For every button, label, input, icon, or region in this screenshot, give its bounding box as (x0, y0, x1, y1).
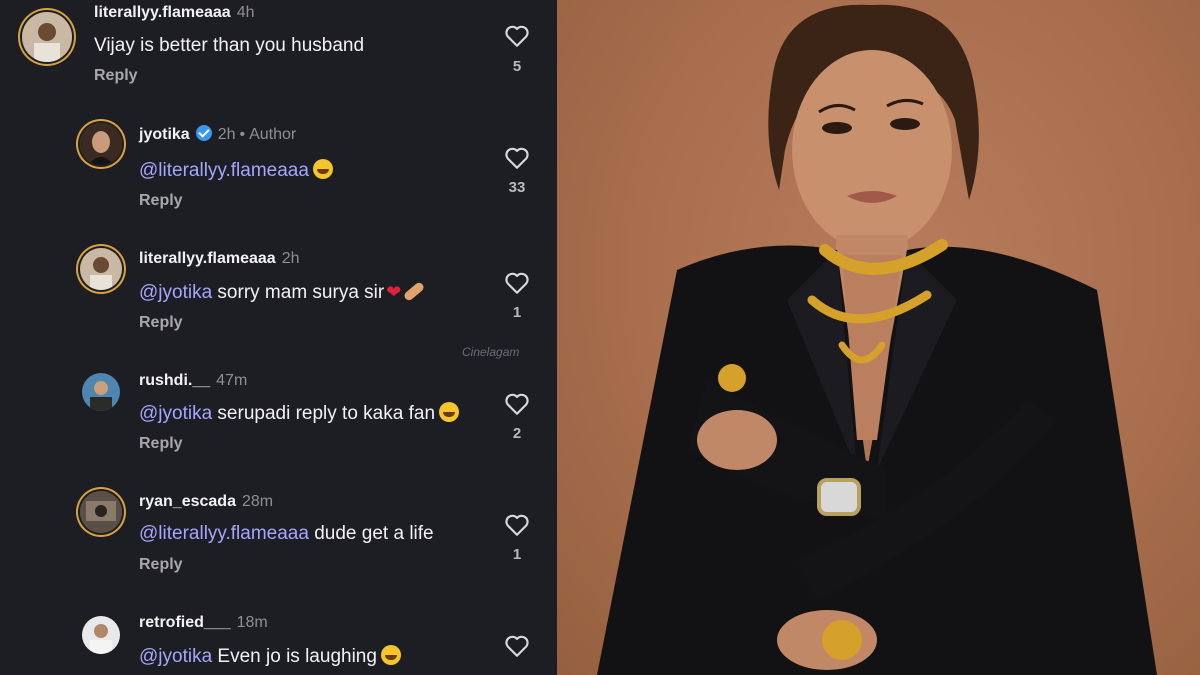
verified-badge-icon (195, 125, 212, 141)
reply-button[interactable]: Reply (139, 192, 183, 210)
timestamp: 18m (236, 614, 268, 631)
heart-icon[interactable] (504, 513, 530, 537)
reply-button[interactable]: Reply (139, 556, 183, 574)
reply-button[interactable]: Reply (139, 435, 183, 453)
author-tag: Author (249, 126, 297, 143)
comment-text: Vijay is better than you husband (94, 35, 365, 56)
timestamp: 47m (216, 372, 248, 389)
comments-panel: literallyy.flameaaa 4h Vijay is better th… (0, 0, 557, 675)
username[interactable]: retrofied___ (139, 614, 231, 631)
like-count: 1 (512, 304, 522, 321)
username[interactable]: jyotika (139, 126, 190, 143)
username[interactable]: ryan_escada (139, 493, 236, 510)
timestamp: 28m (241, 493, 274, 510)
like-count: 33 (508, 179, 526, 196)
avatar[interactable] (80, 123, 122, 165)
username[interactable]: literallyy.flameaaa (94, 4, 231, 21)
heart-icon[interactable] (504, 24, 530, 48)
separator-dot: • (239, 126, 246, 143)
portrait-illustration (597, 4, 1157, 675)
avatar[interactable] (80, 248, 122, 290)
mention-link[interactable]: @literallyy.flameaaa (139, 160, 309, 181)
comment-text: dude get a life (308, 523, 434, 544)
bandage-emoji-icon (403, 280, 426, 303)
comment-text: Even jo is laughing (212, 646, 377, 667)
like-count: 5 (512, 58, 522, 75)
like-count: 2 (512, 425, 522, 442)
like-count: 1 (512, 546, 522, 563)
avatar[interactable] (82, 373, 120, 411)
mention-link[interactable]: @literallyy.flameaaa (139, 523, 309, 544)
heart-icon[interactable] (504, 146, 530, 170)
red-heart-emoji-icon: ❤ (386, 282, 402, 302)
reply-button[interactable]: Reply (139, 314, 183, 332)
watermark: Cinelagam (462, 345, 520, 359)
reply-button[interactable]: Reply (94, 67, 138, 85)
heart-icon[interactable] (504, 392, 530, 416)
heart-icon[interactable] (504, 634, 530, 658)
mention-link[interactable]: @jyotika (139, 282, 212, 303)
laughing-emoji-icon (439, 402, 460, 422)
comment-text: serupadi reply to kaka fan (212, 403, 436, 424)
avatar[interactable] (82, 616, 120, 654)
timestamp: 2h (281, 250, 300, 267)
avatar[interactable] (22, 12, 72, 62)
avatar[interactable] (80, 491, 122, 533)
mention-link[interactable]: @jyotika (139, 403, 212, 424)
mention-link[interactable]: @jyotika (139, 646, 212, 667)
timestamp: 2h (217, 126, 236, 143)
username[interactable]: literallyy.flameaaa (139, 250, 276, 267)
comment-text: sorry mam surya sir (212, 282, 385, 303)
timestamp: 4h (236, 4, 255, 21)
portrait-photo (557, 0, 1200, 675)
laughing-emoji-icon (312, 159, 333, 179)
username[interactable]: rushdi.__ (139, 372, 210, 389)
rolling-laughing-emoji-icon (380, 645, 401, 665)
heart-icon[interactable] (504, 271, 530, 295)
